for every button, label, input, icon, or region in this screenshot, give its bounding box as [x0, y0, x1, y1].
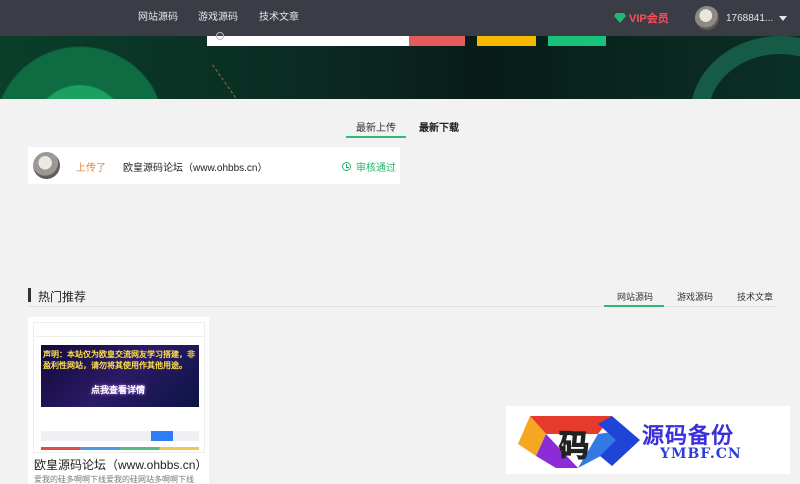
status-text: 审核通过: [356, 163, 396, 174]
product-description: 爱我的硅多啊啊下线爱我的硅网站多啊啊下线: [34, 475, 194, 484]
status-badge: 审核通过: [342, 159, 396, 174]
avatar: [695, 6, 719, 30]
watermark: 码 源码备份 YMBF.CN: [506, 406, 790, 474]
tab-latest-download[interactable]: 最新下载: [419, 119, 459, 134]
thumbnail-stripes: [41, 447, 199, 450]
vip-link[interactable]: VIP会员: [614, 0, 669, 36]
watermark-en: YMBF.CN: [660, 446, 742, 462]
avatar: [33, 152, 60, 179]
section-title: 热门推荐: [38, 290, 87, 304]
thumbnail-search-button: [151, 431, 173, 441]
thumbnail-notice: 声明：本站仅为欧皇交流网友学习搭建，非盈利性网站，请勿将其使用作其他用途。: [43, 350, 195, 370]
nav-website-source[interactable]: 网站源码: [138, 0, 178, 36]
nav-game-source[interactable]: 游戏源码: [198, 0, 238, 36]
thumbnail-cta: 点我查看详情: [91, 385, 146, 395]
tab-tech-articles[interactable]: 技术文章: [737, 290, 773, 303]
top-nav-bar: 网站源码 游戏源码 技术文章 VIP会员 1768841...: [0, 0, 800, 36]
product-thumbnail[interactable]: 声明：本站仅为欧皇交流网友学习搭建，非盈利性网站，请勿将其使用作其他用途。 点我…: [33, 322, 205, 453]
thumbnail-search: [41, 431, 199, 441]
tab-active-indicator: [604, 305, 664, 307]
diamond-icon: [614, 13, 626, 23]
upload-title[interactable]: 欧皇源码论坛（www.ohbbs.cn）: [123, 159, 267, 174]
watermark-glyph: 码: [559, 429, 589, 464]
user-menu[interactable]: 1768841...: [695, 6, 788, 30]
nav-tech-articles[interactable]: 技术文章: [259, 0, 299, 36]
clock-icon: [342, 162, 351, 171]
thumbnail-nav: [34, 323, 204, 337]
product-title[interactable]: 欧皇源码论坛（www.ohbbs.cn）: [34, 456, 207, 473]
search-icon: [216, 32, 224, 40]
thumbnail-banner: 声明：本站仅为欧皇交流网友学习搭建，非盈利性网站，请勿将其使用作其他用途。 点我…: [41, 345, 199, 407]
banner-button-yellow[interactable]: [477, 36, 536, 46]
chevron-down-icon: [779, 15, 788, 21]
vip-label: VIP会员: [629, 13, 669, 25]
banner-decoration-right: [690, 36, 800, 99]
watermark-logo-icon: 码: [518, 416, 640, 468]
search-input[interactable]: [207, 36, 409, 46]
tab-latest-upload[interactable]: 最新上传: [356, 119, 396, 134]
tab-website-source[interactable]: 网站源码: [617, 290, 653, 303]
user-name: 1768841...: [726, 12, 774, 24]
banner-button-green[interactable]: [548, 36, 606, 46]
banner-decoration-left: [0, 36, 160, 99]
tab-game-source[interactable]: 游戏源码: [677, 290, 713, 303]
section-marker: [28, 288, 31, 302]
upload-action: 上传了: [76, 163, 106, 174]
search-button[interactable]: [409, 36, 465, 46]
upload-list-item[interactable]: 上传了 欧皇源码论坛（www.ohbbs.cn） 审核通过: [28, 147, 400, 184]
tab-active-indicator: [346, 136, 406, 138]
